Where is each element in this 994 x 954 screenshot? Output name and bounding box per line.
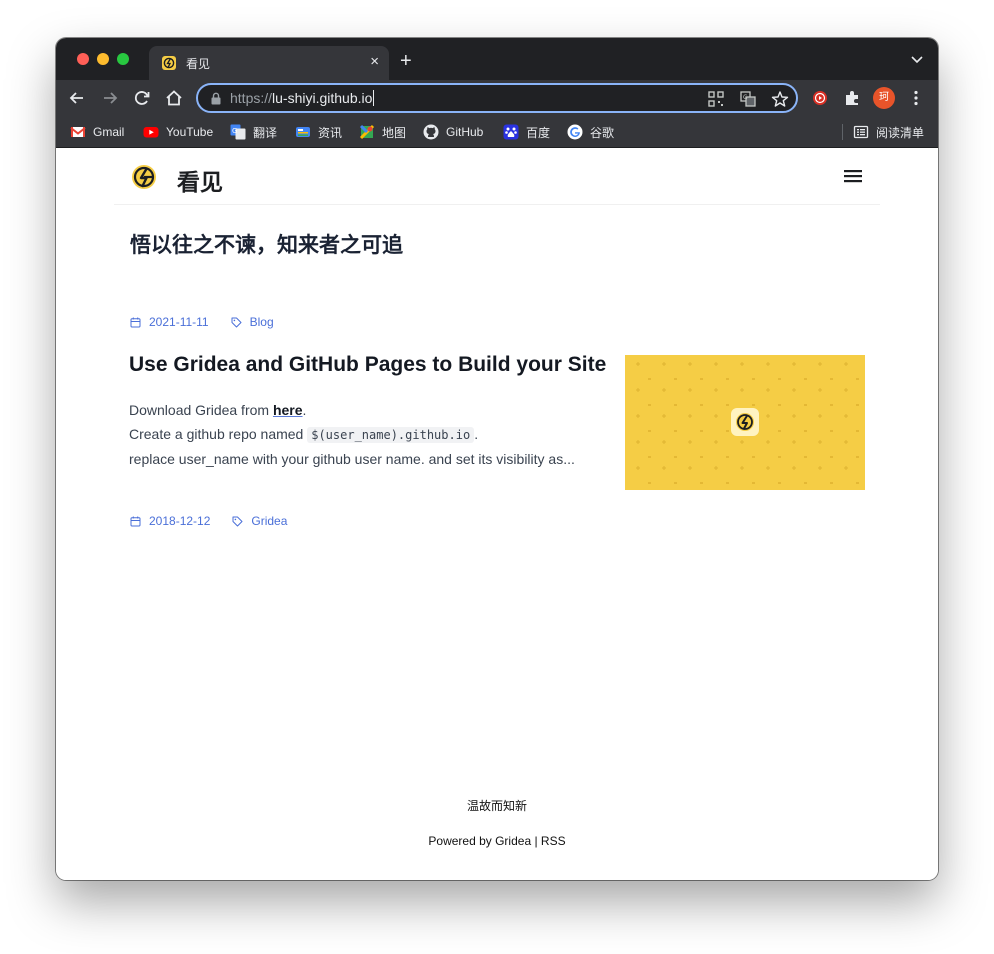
bookmark-label: Gmail [93, 125, 125, 139]
post-meta: 2018-12-12 Gridea [130, 514, 287, 528]
svg-text:G: G [743, 94, 748, 101]
news-icon [296, 127, 310, 137]
qr-code-icon[interactable] [707, 90, 725, 108]
forward-arrow-icon[interactable] [100, 88, 120, 108]
excerpt-line: replace user_name with your github user … [129, 451, 575, 467]
bookmark-label: 地图 [382, 125, 407, 140]
bookmark-google[interactable]: 谷歌 [567, 123, 614, 141]
google-icon [567, 124, 583, 140]
github-icon [423, 124, 439, 140]
bookmark-baidu[interactable]: 百度 [503, 123, 550, 141]
footer-motto: 温故而知新 [466, 799, 527, 813]
bookmark-label: YouTube [166, 125, 214, 139]
excerpt-text: Download Gridea from [129, 402, 273, 418]
reload-icon[interactable] [132, 88, 152, 108]
download-link[interactable]: here [273, 402, 303, 418]
baidu-icon [503, 124, 519, 140]
browser-toolbar: https://lu-shiyi.github.io G 珂 [56, 80, 938, 116]
excerpt-line: Create a github repo named $(user_name).… [129, 422, 609, 447]
gridea-logo-icon [731, 408, 759, 436]
reading-list-button[interactable]: 阅读清单 [853, 123, 924, 141]
tab-title: 看见 [186, 57, 211, 71]
site-name[interactable]: 看见 [177, 163, 223, 197]
web-page: 看见 悟以往之不谏，知来者之可追 2021-11-11 Blog Use Gri… [56, 149, 938, 880]
post-tag[interactable]: Gridea [251, 514, 287, 528]
url-host: lu-shiyi.github.io [272, 90, 373, 106]
bookmark-label: GitHub [446, 125, 484, 139]
post-date: 2021-11-11 [149, 315, 209, 329]
translate-page-icon[interactable]: G [739, 90, 757, 108]
post-date: 2018-12-12 [149, 514, 211, 528]
bookmarks-bar: Gmail YouTube G 翻译 资讯 地图 GitHub 百度 谷歌 阅读… [56, 116, 938, 148]
svg-text:G: G [232, 127, 237, 135]
reading-list-label: 阅读清单 [876, 125, 925, 140]
gridea-link[interactable]: Gridea [495, 834, 531, 848]
post-feature-image[interactable] [625, 355, 865, 490]
gmail-icon [70, 127, 86, 137]
bookmark-youtube[interactable]: YouTube [143, 123, 213, 141]
footer-powered-by: Powered by Gridea | RSS [56, 834, 938, 848]
url-scheme: https:// [230, 90, 273, 106]
bookmarks-divider [842, 124, 843, 140]
browser-window: 看见 × + https://lu-shiyi.github.io G 珂 Gm… [56, 38, 938, 880]
home-icon[interactable] [164, 88, 184, 108]
media-extension-icon[interactable] [810, 88, 830, 108]
close-window-button[interactable] [77, 53, 89, 65]
site-favicon-icon [162, 56, 176, 70]
excerpt-text: . [302, 402, 307, 418]
post-excerpt: Download Gridea from here. Create a gith… [129, 398, 609, 471]
url-text[interactable]: https://lu-shiyi.github.io [230, 90, 375, 106]
new-tab-button[interactable]: + [400, 51, 412, 71]
menu-hamburger-icon[interactable] [844, 168, 862, 184]
site-header: 看见 [114, 149, 880, 205]
calendar-icon [130, 317, 141, 327]
back-arrow-icon[interactable] [67, 88, 87, 108]
tag-icon [232, 516, 243, 526]
translate-icon: G [230, 124, 246, 140]
bookmark-maps[interactable]: 地图 [359, 123, 406, 141]
rss-link[interactable]: RSS [541, 834, 566, 848]
bookmark-star-icon[interactable] [771, 90, 789, 108]
more-menu-icon[interactable] [906, 88, 926, 108]
post-meta: 2021-11-11 Blog [130, 315, 274, 329]
bookmark-gmail[interactable]: Gmail [70, 123, 124, 141]
excerpt-line: Download Gridea from here. [129, 398, 609, 422]
chevron-down-icon[interactable] [910, 52, 924, 66]
excerpt-text: . [474, 426, 479, 442]
extensions-puzzle-icon[interactable] [842, 88, 862, 108]
browser-tab[interactable]: 看见 × [149, 46, 389, 80]
address-bar[interactable]: https://lu-shiyi.github.io G [196, 83, 798, 113]
repo-name-code: $(user_name).github.io [307, 427, 475, 443]
tab-close-icon[interactable]: × [370, 53, 379, 71]
post-tag[interactable]: Blog [250, 315, 274, 329]
footer-separator: | [531, 834, 541, 848]
maps-icon [359, 124, 375, 140]
title-bar: 看见 × + [56, 38, 938, 80]
bookmark-label: 谷歌 [590, 125, 615, 140]
bookmark-label: 资讯 [318, 125, 343, 140]
minimize-window-button[interactable] [97, 53, 109, 65]
youtube-icon [143, 127, 159, 138]
profile-avatar[interactable]: 珂 [873, 87, 895, 109]
tag-icon [231, 317, 242, 327]
lock-icon[interactable] [210, 92, 222, 105]
zoom-window-button[interactable] [117, 53, 129, 65]
post-title[interactable]: 悟以往之不谏，知来者之可追 [130, 229, 403, 259]
bookmark-translate[interactable]: G 翻译 [230, 123, 277, 141]
bookmark-label: 百度 [526, 125, 551, 140]
powered-prefix: Powered by [428, 834, 496, 848]
calendar-icon [130, 516, 141, 526]
site-logo-icon[interactable] [130, 163, 158, 191]
bookmark-news[interactable]: 资讯 [295, 123, 342, 141]
bookmark-label: 翻译 [253, 125, 278, 140]
bookmark-github[interactable]: GitHub [423, 123, 483, 141]
excerpt-text: Create a github repo named [129, 426, 308, 442]
post-title[interactable]: Use Gridea and GitHub Pages to Build you… [129, 353, 606, 377]
reading-list-icon [853, 125, 869, 139]
